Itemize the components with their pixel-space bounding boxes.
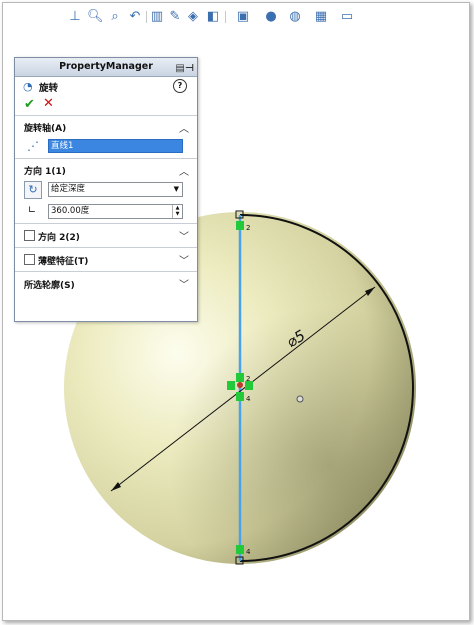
point-label: 2 bbox=[246, 224, 250, 232]
chevron-down-icon[interactable]: ﹀ bbox=[179, 276, 189, 291]
direction1-group-header[interactable]: 方向 1(1) ︿ bbox=[15, 158, 197, 179]
dynamic-annotation-icon[interactable]: ✎ bbox=[167, 9, 183, 25]
end-condition-row: ↻ 给定深度 ▼ bbox=[15, 179, 197, 201]
direction2-checkbox[interactable] bbox=[24, 230, 35, 241]
selected-contours-row[interactable]: 所选轮廓(S) ﹀ bbox=[15, 271, 197, 295]
chevron-down-icon[interactable]: ﹀ bbox=[179, 252, 189, 267]
dropdown-arrow-icon[interactable]: ▼ bbox=[174, 183, 179, 196]
help-button[interactable]: ? bbox=[173, 79, 187, 93]
chevron-up-icon[interactable]: ︿ bbox=[179, 120, 189, 135]
property-manager-title: PropertyManager bbox=[59, 61, 153, 72]
apply-scene-icon[interactable]: ◍ bbox=[287, 9, 303, 25]
property-manager-header: PropertyManager ▤⊣ bbox=[15, 58, 197, 77]
view-orientation-icon[interactable]: ⊥ bbox=[67, 9, 83, 25]
app-window: ⊥ 🔍︎ ⌕ ↶ ▥ ✎ ◈ ◧ ▣ ● ◍ ▦ ▭ ⌀5 2 2 4 4 Pr… bbox=[2, 2, 470, 621]
chevron-up-icon[interactable]: ︿ bbox=[179, 163, 189, 178]
axis-line-icon: ⋰ bbox=[27, 139, 39, 153]
origin-point[interactable] bbox=[237, 382, 243, 388]
direction1-group-title: 方向 1(1) bbox=[24, 167, 66, 177]
axis-selection-box[interactable]: 直线1 bbox=[48, 139, 183, 153]
constraint-coincident-marker[interactable] bbox=[245, 381, 253, 390]
view-orientation-cube-icon[interactable]: ◈ bbox=[185, 9, 201, 25]
thin-feature-row[interactable]: 薄壁特征(T) ﹀ bbox=[15, 247, 197, 271]
constraint-marker[interactable] bbox=[236, 373, 244, 382]
direction2-row[interactable]: 方向 2(2) ﹀ bbox=[15, 223, 197, 247]
ok-button[interactable]: ✔ bbox=[24, 97, 35, 112]
toolbar-separator bbox=[146, 11, 147, 23]
axis-group-title: 旋转轴(A) bbox=[24, 124, 67, 134]
constraint-vertical-marker[interactable] bbox=[236, 221, 244, 230]
scene-icon[interactable]: ▦ bbox=[313, 9, 329, 25]
feature-title-row: ◔ 旋转 ? bbox=[15, 77, 197, 95]
thin-feature-checkbox[interactable] bbox=[24, 254, 35, 265]
property-manager-panel: PropertyManager ▤⊣ ◔ 旋转 ? ✔ ✕ 旋转轴(A) ︿ ⋰… bbox=[14, 57, 198, 322]
section-view-icon[interactable]: ▥ bbox=[149, 9, 165, 25]
view-settings-icon[interactable]: ▭ bbox=[339, 9, 355, 25]
edit-appearance-icon[interactable]: ● bbox=[263, 9, 279, 25]
selected-contours-label: 所选轮廓(S) bbox=[24, 281, 75, 291]
thin-feature-label: 薄壁特征(T) bbox=[38, 257, 89, 267]
rotation-center-icon bbox=[296, 395, 304, 403]
point-label: 4 bbox=[246, 548, 251, 556]
constraint-vertical-marker[interactable] bbox=[236, 545, 244, 554]
toolbar-separator bbox=[225, 11, 226, 23]
constraint-coincident-marker[interactable] bbox=[227, 381, 235, 390]
cancel-button[interactable]: ✕ bbox=[43, 96, 54, 111]
hide-show-items-icon[interactable]: ▣ bbox=[235, 9, 251, 25]
display-style-icon[interactable]: ◧ bbox=[205, 9, 221, 25]
reverse-direction-icon[interactable]: ↻ bbox=[24, 181, 42, 199]
previous-view-icon[interactable]: ↶ bbox=[127, 9, 143, 25]
chevron-down-icon[interactable]: ﹀ bbox=[179, 228, 189, 243]
angle-row: ∟ 360.00度 ▲ ▼ bbox=[15, 201, 197, 223]
angle-icon: ∟ bbox=[27, 205, 37, 216]
zoom-to-fit-icon[interactable]: 🔍︎ bbox=[87, 9, 104, 25]
heads-up-view-toolbar: ⊥ 🔍︎ ⌕ ↶ ▥ ✎ ◈ ◧ ▣ ● ◍ ▦ ▭ bbox=[3, 3, 469, 31]
axis-group-header[interactable]: 旋转轴(A) ︿ bbox=[15, 115, 197, 136]
feature-title: 旋转 bbox=[39, 83, 59, 94]
end-condition-value: 给定深度 bbox=[51, 184, 86, 194]
revolve-feature-icon: ◔ bbox=[23, 80, 33, 93]
angle-input[interactable]: 360.00度 ▲ ▼ bbox=[48, 204, 183, 219]
pin-icon[interactable]: ▤⊣ bbox=[175, 60, 194, 78]
direction2-label: 方向 2(2) bbox=[38, 233, 80, 243]
angle-spinner[interactable]: ▲ ▼ bbox=[172, 205, 182, 218]
axis-selection-row: ⋰ 直线1 bbox=[15, 136, 197, 158]
end-condition-select[interactable]: 给定深度 ▼ bbox=[48, 182, 183, 197]
point-label: 4 bbox=[246, 395, 251, 403]
zoom-to-area-icon[interactable]: ⌕ bbox=[107, 9, 123, 25]
constraint-marker[interactable] bbox=[236, 392, 244, 401]
confirm-actions: ✔ ✕ bbox=[15, 95, 197, 115]
angle-value: 360.00度 bbox=[51, 206, 90, 216]
